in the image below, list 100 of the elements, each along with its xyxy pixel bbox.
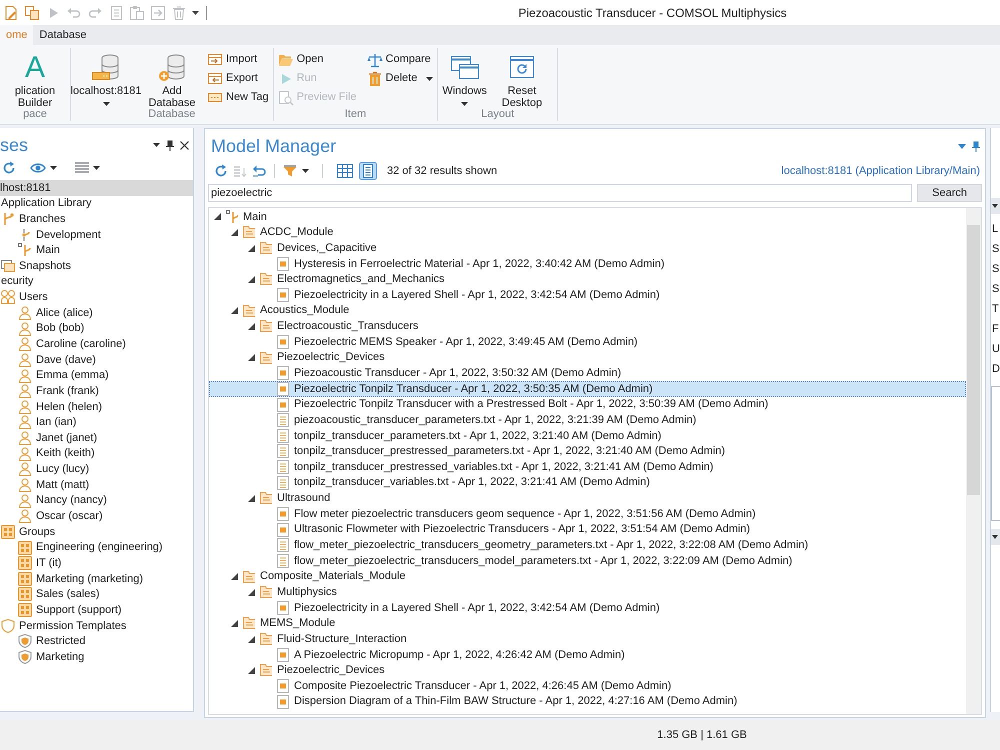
tree-item[interactable]: Dispersion Diagram of a Thin-Film BAW Structure - Apr 1, 2022, 4:27:16 AM (Demo Admin) xyxy=(277,694,738,710)
tree-item[interactable]: Development xyxy=(17,226,101,243)
tree-item[interactable]: ACDC_Module xyxy=(243,224,334,240)
expander-triangle-icon[interactable] xyxy=(248,244,255,252)
ribbon-tab[interactable]: Database xyxy=(33,25,92,45)
tree-item[interactable]: Emma (emma) xyxy=(17,368,109,384)
ribbon-button[interactable]: Add Database xyxy=(141,48,203,109)
tree-item[interactable]: Ian (ian) xyxy=(17,414,76,430)
ribbon-button[interactable]: Reset Desktop xyxy=(490,48,553,109)
close-icon[interactable] xyxy=(180,140,189,150)
pin-icon[interactable] xyxy=(166,140,174,150)
list-icon[interactable] xyxy=(75,162,89,174)
expander-triangle-icon[interactable] xyxy=(231,307,238,314)
tree-item[interactable]: flow_meter_piezoelectric_transducers_model_parameters.txt - Apr 1, 2022, 3:22:09 AM (Demo Admin) xyxy=(277,553,792,569)
tree-item[interactable]: Bob (bob) xyxy=(17,320,84,336)
location-link[interactable]: localhost:8181 (Application Library/Main) xyxy=(781,162,982,180)
tree-item[interactable]: Ultrasound xyxy=(260,490,330,506)
expander-triangle-icon[interactable] xyxy=(248,354,255,362)
tree-item[interactable]: Flow meter piezoelectric transducers geom sequence - Apr 1, 2022, 3:51:56 AM (Demo Admin) xyxy=(277,506,756,522)
tree-item[interactable]: Electromagnetics_and_Mechanics xyxy=(260,272,445,288)
tree-item[interactable]: Marketing xyxy=(17,649,84,665)
ribbon-button[interactable]: Delete xyxy=(366,69,434,88)
tree-item[interactable]: Ultrasonic Flowmeter with Piezoelectric Transducers - Apr 1, 2022, 3:51:54 AM (Demo Admin) xyxy=(277,522,750,538)
search-field[interactable]: piezoelectric xyxy=(208,184,912,202)
tree-item[interactable]: Multiphysics xyxy=(260,584,337,600)
tree-item[interactable]: tonpilz_transducer_prestressed_parameters.txt - Apr 1, 2022, 3:21:40 AM (Demo Admin) xyxy=(277,444,726,460)
tree-item[interactable]: Lucy (lucy) xyxy=(17,462,90,478)
tree-item[interactable]: Piezoelectric Tonpilz Transducer with a Prestressed Bolt - Apr 1, 2022, 3:50:39 AM (Demo Admin) xyxy=(277,396,768,412)
expander-triangle-icon[interactable] xyxy=(248,494,255,502)
section-header[interactable] xyxy=(991,198,1000,214)
table-icon[interactable] xyxy=(336,162,354,180)
tree-item[interactable]: Janet (janet) xyxy=(17,430,98,446)
tree-item[interactable]: Sales (sales) xyxy=(17,586,100,602)
tree-item[interactable]: Engineering (engineering) xyxy=(17,540,163,556)
tree-item[interactable]: Piezoelectricity in a Layered Shell - Apr 1, 2022, 3:42:54 AM (Demo Admin) xyxy=(277,600,660,616)
refresh-icon[interactable] xyxy=(214,164,228,178)
tree-item[interactable]: Permission Templates xyxy=(0,618,126,634)
tree-item[interactable]: Marketing (marketing) xyxy=(17,571,143,587)
tree-item[interactable]: Dave (dave) xyxy=(17,352,96,368)
search-button[interactable]: Search xyxy=(917,184,982,202)
section-header[interactable] xyxy=(991,529,1000,545)
tree-item[interactable]: Hysteresis in Ferroelectric Material - Apr 1, 2022, 3:40:42 AM (Demo Admin) xyxy=(277,256,664,272)
ribbon-button[interactable]: Compare xyxy=(366,50,434,69)
tree-item[interactable]: Piezoelectric_Devices xyxy=(260,662,385,678)
scrollbar[interactable] xyxy=(966,208,981,714)
tree-item[interactable]: Application Library xyxy=(0,196,92,212)
tree-item[interactable]: Piezoelectric MEMS Speaker - Apr 1, 2022, 3:49:45 AM (Demo Admin) xyxy=(277,334,638,350)
tree-item[interactable]: Piezoelectric_Devices xyxy=(260,350,385,366)
tree-item[interactable]: IT (it) xyxy=(17,555,62,572)
tree-item[interactable]: Composite_Materials_Module xyxy=(243,568,406,584)
expander-triangle-icon[interactable] xyxy=(248,666,255,674)
tree-item[interactable]: Electroacoustic_Transducers xyxy=(260,318,418,334)
tree-item[interactable]: Caroline (caroline) xyxy=(17,336,126,352)
ribbon-button[interactable]: Windows xyxy=(442,48,487,106)
tree-item[interactable]: Main xyxy=(226,209,267,225)
tree-item[interactable]: Acoustics_Module xyxy=(243,302,350,318)
expander-triangle-icon[interactable] xyxy=(214,213,221,220)
tree-item[interactable]: Matt (matt) xyxy=(17,477,90,493)
tree-item[interactable]: Piezoelectricity in a Layered Shell - Apr 1, 2022, 3:42:54 AM (Demo Admin) xyxy=(277,287,660,303)
ribbon-button[interactable]: A plication Builder xyxy=(4,48,66,109)
tree-item[interactable]: lhost:8181 xyxy=(0,180,193,196)
tree-item[interactable]: Frank (frank) xyxy=(17,383,99,399)
tree-item[interactable]: Piezoacoustic Transducer - Apr 1, 2022, 3:50:32 AM (Demo Admin) xyxy=(277,365,622,382)
funnel-icon[interactable] xyxy=(283,164,297,178)
tree-item[interactable]: MEMS_Module xyxy=(243,616,336,632)
tree-item[interactable]: Keith (keith) xyxy=(17,446,95,462)
tree-item[interactable]: Groups xyxy=(0,524,56,540)
tree-item[interactable]: tonpilz_transducer_prestressed_variables.txt - Apr 1, 2022, 3:21:41 AM (Demo Admin) xyxy=(277,459,714,475)
expander-triangle-icon[interactable] xyxy=(248,588,255,596)
expander-triangle-icon[interactable] xyxy=(231,573,238,580)
ribbon-button[interactable]: Export xyxy=(207,69,269,88)
expander-triangle-icon[interactable] xyxy=(231,228,238,236)
expander-triangle-icon[interactable] xyxy=(248,322,255,330)
tree-item[interactable]: Alice (alice) xyxy=(17,305,93,321)
ribbon-button[interactable]: Import xyxy=(207,50,269,69)
expander-triangle-icon[interactable] xyxy=(248,276,255,283)
copy-icon[interactable] xyxy=(24,4,40,20)
tree-item[interactable]: Fluid-Structure_Interaction xyxy=(260,631,407,647)
tree-item[interactable]: Snapshots xyxy=(0,258,71,274)
back-arrow-icon[interactable] xyxy=(252,164,266,178)
expander-triangle-icon[interactable] xyxy=(248,636,255,643)
tree-item[interactable]: A Piezoelectric Micropump - Apr 1, 2022, 4:26:42 AM (Demo Admin) xyxy=(277,646,625,663)
tree-item[interactable]: ecurity xyxy=(0,274,34,290)
tree-item[interactable]: Composite Piezoelectric Transducer - Apr 1, 2022, 4:26:45 AM (Demo Admin) xyxy=(277,678,672,694)
tree-item[interactable]: Oscar (oscar) xyxy=(17,508,103,524)
pencil-document-icon[interactable] xyxy=(3,4,19,20)
tree-item[interactable]: Main xyxy=(17,242,60,258)
tree-item[interactable]: tonpilz_transducer_variables.txt - Apr 1, 2022, 3:21:41 AM (Demo Admin) xyxy=(277,474,650,491)
ribbon-button[interactable]: New Tag xyxy=(207,88,269,107)
scrollbar-thumb[interactable] xyxy=(967,225,980,495)
tree-item[interactable]: Users xyxy=(0,289,48,306)
tree-item[interactable]: Piezoelectric Tonpilz Transducer - Apr 1, 2022, 3:50:35 AM (Demo Admin) xyxy=(209,381,966,397)
tree-item[interactable]: Branches xyxy=(0,211,66,227)
tree-item[interactable]: Support (support) xyxy=(17,602,122,618)
ribbon-button[interactable]: Open xyxy=(278,50,357,69)
eye-icon[interactable] xyxy=(30,162,46,174)
dropdown-icon[interactable] xyxy=(153,143,160,147)
expander-triangle-icon[interactable] xyxy=(231,620,238,627)
tree-item[interactable]: Nancy (nancy) xyxy=(17,492,107,508)
tree-item[interactable]: Restricted xyxy=(17,634,86,650)
